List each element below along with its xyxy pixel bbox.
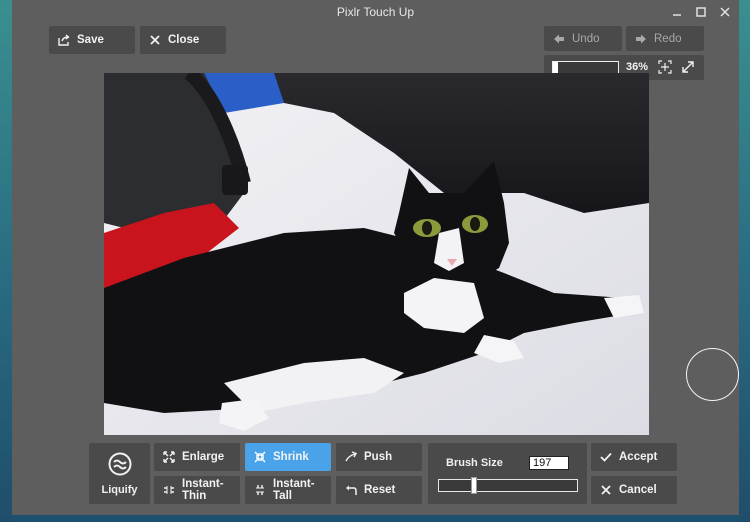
cancel-label: Cancel bbox=[619, 484, 657, 496]
accept-button[interactable]: Accept bbox=[591, 443, 677, 471]
undo-icon bbox=[345, 484, 357, 496]
redo-button[interactable]: Redo bbox=[626, 26, 704, 51]
title-bar: Pixlr Touch Up bbox=[12, 0, 739, 24]
close-button[interactable]: Close bbox=[140, 26, 226, 54]
waves-icon bbox=[108, 452, 131, 475]
shrink-label: Shrink bbox=[273, 451, 309, 463]
brush-size-label: Brush Size bbox=[446, 457, 503, 469]
shrink-icon bbox=[254, 451, 266, 463]
arrow-right-icon bbox=[635, 33, 647, 45]
window-close-button[interactable] bbox=[717, 4, 733, 20]
check-icon bbox=[600, 451, 612, 463]
desktop-background-left bbox=[0, 0, 12, 522]
cancel-button[interactable]: Cancel bbox=[591, 476, 677, 504]
maximize-icon bbox=[696, 7, 706, 17]
desktop-background-right bbox=[738, 0, 750, 522]
enlarge-label: Enlarge bbox=[182, 451, 225, 463]
app-window: Pixlr Touch Up Save Close Undo Redo 36% … bbox=[12, 0, 739, 515]
fit-screen-button[interactable] bbox=[658, 60, 672, 74]
undo-button[interactable]: Undo bbox=[544, 26, 622, 51]
window-title: Pixlr Touch Up bbox=[336, 5, 415, 19]
zoom-slider-fill bbox=[553, 62, 558, 73]
fit-screen-icon bbox=[658, 60, 672, 74]
instant-thin-label: Instant-Thin bbox=[182, 478, 224, 502]
expand-icon bbox=[682, 61, 694, 73]
push-icon bbox=[345, 451, 357, 463]
brush-size-input[interactable] bbox=[529, 456, 569, 470]
redo-label: Redo bbox=[654, 32, 682, 45]
liquify-label: Liquify bbox=[101, 483, 138, 496]
export-icon bbox=[58, 34, 70, 46]
fullscreen-button[interactable] bbox=[681, 60, 695, 74]
minimize-icon bbox=[673, 14, 681, 16]
window-controls bbox=[669, 0, 733, 24]
brush-cursor bbox=[686, 348, 739, 401]
reset-label: Reset bbox=[364, 484, 396, 496]
close-label: Close bbox=[168, 34, 200, 46]
brush-size-slider[interactable] bbox=[438, 477, 578, 494]
close-icon bbox=[600, 484, 612, 496]
push-label: Push bbox=[364, 451, 393, 463]
liquify-tool[interactable]: Liquify bbox=[89, 443, 150, 504]
instant-tall-label: Instant-Tall bbox=[273, 478, 315, 502]
zoom-percent: 36% bbox=[626, 61, 649, 73]
close-icon bbox=[720, 7, 730, 17]
maximize-button[interactable] bbox=[693, 4, 709, 20]
tall-icon bbox=[254, 484, 266, 496]
instant-thin-button[interactable]: Instant-Thin bbox=[154, 476, 240, 504]
push-tool-button[interactable]: Push bbox=[336, 443, 422, 471]
brush-size-panel: Brush Size bbox=[428, 443, 587, 504]
close-icon bbox=[149, 34, 161, 46]
enlarge-icon bbox=[163, 451, 175, 463]
thin-icon bbox=[163, 484, 175, 496]
save-label: Save bbox=[77, 34, 104, 46]
shrink-tool-button[interactable]: Shrink bbox=[245, 443, 331, 471]
reset-button[interactable]: Reset bbox=[336, 476, 422, 504]
arrow-left-icon bbox=[553, 33, 565, 45]
save-button[interactable]: Save bbox=[49, 26, 135, 54]
undo-label: Undo bbox=[572, 32, 600, 45]
accept-label: Accept bbox=[619, 451, 658, 463]
instant-tall-button[interactable]: Instant-Tall bbox=[245, 476, 331, 504]
minimize-button[interactable] bbox=[669, 4, 685, 20]
image-canvas[interactable] bbox=[104, 73, 649, 435]
brush-size-slider-thumb[interactable] bbox=[471, 477, 477, 494]
enlarge-tool-button[interactable]: Enlarge bbox=[154, 443, 240, 471]
cat-photo bbox=[104, 73, 649, 435]
